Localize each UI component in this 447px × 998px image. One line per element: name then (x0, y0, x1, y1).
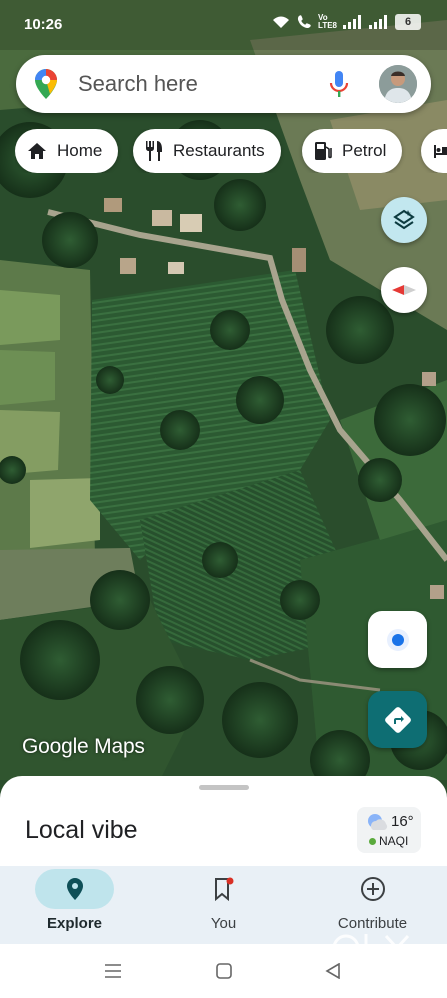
layers-button[interactable] (381, 197, 427, 243)
layers-icon (393, 209, 415, 230)
compass-icon (392, 285, 416, 295)
status-icons: Vo LTE8 6 (272, 14, 421, 30)
chip-hotels[interactable] (421, 129, 447, 173)
hotel-icon (434, 145, 447, 158)
network-type: Vo LTE8 (318, 14, 337, 30)
bottom-sheet[interactable]: Local vibe 16° NAQI (0, 776, 447, 866)
chip-restaurants-label: Restaurants (173, 141, 265, 160)
sheet-drag-handle[interactable] (199, 785, 249, 790)
chip-petrol-label: Petrol (342, 141, 387, 160)
avatar[interactable] (379, 65, 417, 103)
system-navigation-bar (0, 944, 447, 998)
status-time: 10:26 (24, 16, 63, 33)
logo-google: Google (22, 735, 89, 758)
google-maps-pin-icon (35, 69, 57, 99)
chip-home[interactable]: Home (15, 129, 119, 173)
nav-contribute-pill (333, 869, 412, 909)
nav-explore-pill (35, 869, 114, 909)
sheet-title: Local vibe (25, 816, 138, 844)
compass-button[interactable] (381, 267, 427, 313)
wifi-calling-icon (297, 15, 311, 29)
partly-cloudy-icon (368, 814, 388, 830)
battery-level: 6 (395, 14, 421, 30)
recents-icon[interactable] (104, 963, 122, 979)
explore-pin-icon (66, 878, 83, 900)
nav-you[interactable]: You (149, 866, 298, 944)
weather-aqi-label: NAQI (379, 834, 409, 848)
google-maps-logo: Google Maps (22, 735, 145, 759)
search-input[interactable] (78, 67, 328, 101)
my-location-button[interactable] (368, 611, 427, 668)
search-bar[interactable] (16, 55, 431, 113)
home-icon (28, 143, 46, 159)
nav-explore[interactable]: Explore (0, 866, 149, 944)
mic-icon[interactable] (329, 70, 349, 98)
nav-you-label: You (210, 915, 237, 932)
back-icon[interactable] (325, 963, 341, 979)
home-button-icon[interactable] (216, 963, 232, 979)
nav-you-pill (184, 869, 263, 909)
chip-petrol[interactable]: Petrol (302, 129, 403, 173)
my-location-icon (386, 628, 409, 651)
aqi-status-dot (369, 838, 376, 845)
fuel-icon (315, 142, 332, 160)
category-chips: Home Restaurants Petrol (15, 129, 447, 173)
chip-restaurants[interactable]: Restaurants (133, 129, 281, 173)
status-bar: 10:26 Vo LTE8 6 (0, 0, 447, 50)
signal-icon (343, 15, 361, 29)
satellite-map[interactable] (0, 0, 447, 800)
directions-button[interactable] (368, 691, 427, 748)
signal-icon-2 (369, 15, 387, 29)
bookmark-icon (214, 877, 233, 901)
weather-card[interactable]: 16° NAQI (357, 807, 421, 853)
weather-temperature: 16° (391, 813, 414, 830)
directions-icon (384, 706, 411, 733)
restaurant-icon (146, 141, 162, 161)
network-label-bottom: LTE8 (318, 21, 337, 30)
avatar-image (379, 65, 417, 103)
logo-maps: Maps (94, 735, 145, 758)
chip-home-label: Home (57, 141, 103, 160)
nav-explore-label: Explore (46, 915, 103, 932)
add-circle-icon (360, 877, 385, 901)
wifi-icon (273, 16, 290, 28)
